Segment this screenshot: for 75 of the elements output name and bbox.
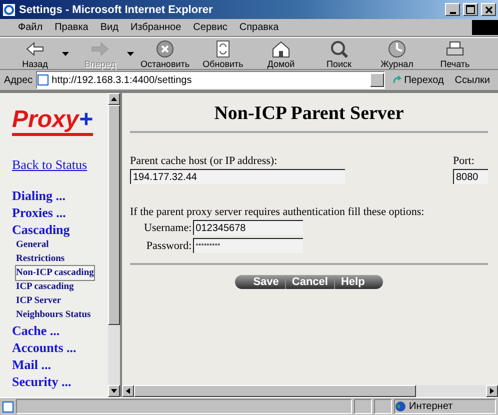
caret-icon[interactable] [62, 52, 69, 56]
minimize-button[interactable] [445, 3, 460, 16]
search-icon [328, 38, 350, 58]
nav-link[interactable]: Proxies ... [12, 204, 66, 221]
home-icon [270, 38, 292, 58]
action-button[interactable]: Save [247, 275, 286, 289]
menu-item[interactable]: Сервис [187, 22, 234, 33]
toolbar-button[interactable]: Домой [254, 38, 308, 68]
port-label: Port: [453, 155, 476, 167]
menu-item[interactable]: Правка [48, 22, 94, 33]
page-heading: Non-ICP Parent Server [213, 103, 405, 125]
close-icon [484, 6, 492, 14]
host-label: Parent cache host (or IP address): [130, 155, 278, 167]
nav-link[interactable]: Cascading [12, 221, 70, 238]
status-pane [374, 399, 392, 414]
nav-link[interactable]: General [16, 238, 49, 252]
print-icon [444, 38, 466, 58]
stop-icon [154, 38, 176, 58]
status-pane [354, 399, 372, 414]
globe-icon [395, 401, 406, 412]
nav-link[interactable]: Non-ICP cascading [16, 266, 94, 280]
nav-link[interactable]: Accounts ... [12, 339, 76, 356]
history-icon [386, 38, 408, 58]
scroll-right-button[interactable] [486, 385, 498, 397]
nav-link[interactable]: Cache ... [12, 322, 60, 339]
maximize-button[interactable] [463, 3, 478, 16]
scroll-left-button[interactable] [122, 385, 134, 397]
nav-link[interactable]: Restrictions [16, 252, 65, 266]
username-label: Username: [144, 222, 192, 234]
close-button[interactable] [481, 3, 496, 16]
auth-note: If the parent proxy server requires authentication fill these options: [130, 206, 426, 218]
page-icon [2, 400, 14, 412]
window-title: Settings - Microsoft Internet Explorer [19, 4, 214, 16]
toolbar-button[interactable]: Печать [428, 38, 482, 68]
vertical-scrollbar[interactable] [108, 93, 120, 397]
username-field[interactable]: 012345678 [192, 220, 303, 235]
menu-item[interactable]: Файл [12, 22, 49, 33]
address-field[interactable]: http://192.168.3.1:4400/settings [36, 71, 386, 89]
toolbar-button[interactable]: Назад [8, 38, 62, 68]
toolbar-button[interactable]: Журнал [370, 38, 424, 68]
nav-link[interactable]: Mail ... [12, 356, 51, 373]
toolbar-button[interactable]: Остановить [138, 38, 192, 68]
arrow-icon [392, 75, 402, 85]
maximize-icon [466, 5, 475, 14]
horizontal-scrollbar[interactable] [122, 385, 498, 397]
nav-link[interactable]: Security ... [12, 373, 72, 390]
proxy-logo: Proxy+ [12, 107, 93, 136]
menu-item[interactable]: Избранное [124, 22, 188, 33]
nav-link[interactable]: Neighbours Status [16, 308, 91, 322]
nav-link[interactable]: Dialing ... [12, 187, 66, 204]
nav-link[interactable]: Back to Status [12, 156, 88, 173]
host-field[interactable]: 194.177.32.44 [130, 169, 345, 184]
links-button[interactable]: Ссылки [450, 74, 494, 86]
menu-item[interactable]: Вид [94, 22, 124, 33]
dropdown-button[interactable] [370, 73, 384, 87]
action-button[interactable]: Help [334, 275, 371, 289]
browser-icon [2, 2, 16, 16]
nav-link[interactable]: ICP cascading [16, 280, 74, 294]
address-label: Адрес [4, 74, 33, 86]
page-icon [36, 74, 49, 86]
menu-item[interactable]: Справка [233, 22, 285, 33]
toolbar-button[interactable]: Поиск [312, 38, 366, 68]
go-button[interactable]: Переход [388, 74, 448, 86]
status-zone: Интернет [394, 399, 496, 414]
password-label: Password: [145, 240, 192, 252]
minimize-icon [450, 12, 456, 14]
scroll-thumb[interactable] [134, 385, 416, 397]
windows-logo-icon [472, 20, 498, 35]
scroll-down-button[interactable] [108, 385, 120, 397]
toolbar-button[interactable]: Обновить [196, 38, 250, 68]
scroll-up-button[interactable] [108, 93, 120, 105]
action-button[interactable]: Cancel [286, 275, 335, 289]
port-field[interactable]: 8080 [453, 169, 488, 184]
nav-link[interactable]: ICP Server [16, 294, 62, 308]
scroll-thumb[interactable] [108, 105, 120, 325]
